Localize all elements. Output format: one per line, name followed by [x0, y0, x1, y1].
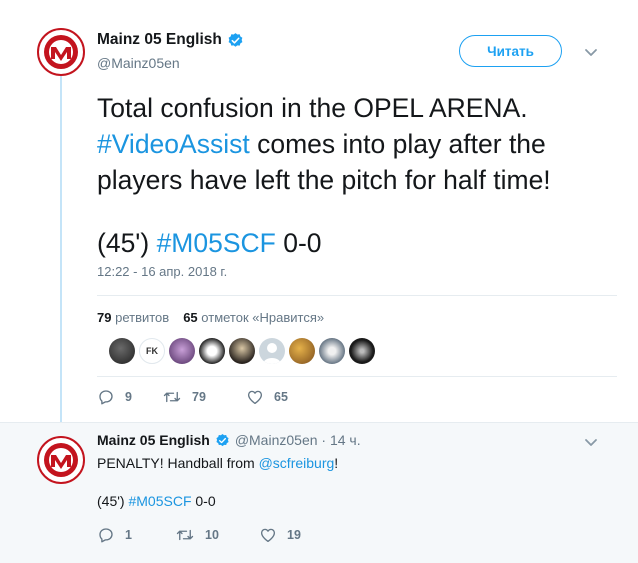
author-name-row: Mainz 05 English: [97, 31, 244, 49]
liker-avatar[interactable]: FK: [139, 338, 165, 364]
hashtag-m05scf[interactable]: #M05SCF: [157, 228, 276, 258]
verified-icon: [216, 433, 229, 446]
tweet-actions: 9 79 65: [97, 388, 288, 406]
reply-actions: 1 10 19: [97, 526, 301, 544]
liker-avatar[interactable]: [109, 338, 135, 364]
liker-avatar[interactable]: [229, 338, 255, 364]
reply-count: 9: [125, 390, 132, 404]
tweet-text-line-2: #VideoAssist comes into play after the: [97, 126, 617, 162]
reply-tweet[interactable]: Mainz 05 English @Mainz05en · 14 ч. PENA…: [0, 422, 638, 563]
retweets-stat[interactable]: 79 ретвитов: [97, 310, 169, 325]
retweet-button[interactable]: 79: [162, 388, 246, 406]
reply-text-segment: !: [334, 455, 339, 471]
retweets-label: ретвитов: [115, 310, 170, 325]
reply-header: Mainz 05 English @Mainz05en · 14 ч.: [97, 432, 361, 448]
author-name[interactable]: Mainz 05 English: [97, 432, 210, 448]
liker-avatar-text: FK: [146, 346, 158, 356]
timestamp[interactable]: 12:22 - 16 апр. 2018 г.: [97, 264, 227, 279]
liker-avatar[interactable]: [199, 338, 225, 364]
reply-icon: [99, 528, 113, 543]
tweet-text-segment: 0-0: [275, 228, 322, 258]
tweet-text-line-1: Total confusion in the OPEL ARENA.: [97, 93, 528, 123]
reply-text-line-2: (45') #M05SCF 0-0: [97, 492, 216, 511]
retweet-count: 79: [192, 390, 206, 404]
reply-button[interactable]: 9: [97, 388, 162, 406]
likers-avatars: FK: [109, 338, 375, 364]
retweet-count: 10: [205, 528, 219, 542]
retweet-button[interactable]: 10: [175, 526, 259, 544]
hashtag-videoassist[interactable]: #VideoAssist: [97, 129, 250, 159]
like-button[interactable]: 19: [259, 526, 301, 544]
liker-avatar[interactable]: [349, 338, 375, 364]
liker-avatar[interactable]: [319, 338, 345, 364]
tweet-text: Total confusion in the OPEL ARENA. #Vide…: [97, 90, 617, 261]
retweet-icon: [176, 529, 194, 541]
like-button[interactable]: 65: [246, 388, 288, 406]
hashtag-m05scf[interactable]: #M05SCF: [128, 493, 191, 509]
tweet-text-segment: (45'): [97, 228, 157, 258]
mention-link[interactable]: @scfreiburg: [259, 455, 335, 471]
divider: [97, 295, 617, 296]
mainz05-logo: [37, 436, 85, 484]
reply-text-segment: 0-0: [191, 493, 216, 509]
reply-text-segment: (45'): [97, 493, 129, 509]
mainz05-logo: [37, 28, 85, 76]
time-separator: ·: [317, 432, 330, 448]
main-tweet: Mainz 05 English @Mainz05en Читать Total…: [0, 0, 638, 421]
divider: [97, 376, 617, 377]
likes-count: 65: [183, 310, 198, 325]
chevron-down-icon[interactable]: [583, 44, 599, 60]
reply-text-line-1: PENALTY! Handball from @scfreiburg!: [97, 454, 338, 473]
author-handle[interactable]: @Mainz05en: [97, 55, 180, 71]
tweet-stats: 79 ретвитов 65 отметок «Нравится»: [97, 310, 324, 325]
liker-avatar[interactable]: [289, 338, 315, 364]
like-icon: [260, 528, 276, 543]
liker-avatar[interactable]: [259, 338, 285, 364]
reply-icon: [99, 390, 113, 405]
tweet-text-segment: comes into play after the: [249, 129, 546, 159]
chevron-down-icon[interactable]: [583, 434, 599, 450]
author-name[interactable]: Mainz 05 English: [97, 31, 222, 49]
tweet-text-line-3: players have left the pitch for half tim…: [97, 165, 551, 195]
reply-text-segment: PENALTY! Handball from: [97, 455, 259, 471]
likes-stat[interactable]: 65 отметок «Нравится»: [183, 310, 324, 325]
like-icon: [247, 390, 263, 405]
author-handle[interactable]: @Mainz05en: [235, 432, 318, 448]
verified-icon: [228, 32, 243, 47]
like-count: 65: [274, 390, 288, 404]
reply-time[interactable]: 14 ч.: [330, 432, 361, 448]
likes-label: отметок «Нравится»: [201, 310, 325, 325]
follow-button[interactable]: Читать: [459, 35, 562, 67]
reply-button[interactable]: 1: [97, 526, 175, 544]
avatar[interactable]: [37, 28, 85, 76]
avatar[interactable]: [37, 436, 85, 484]
reply-count: 1: [125, 528, 132, 542]
default-profile-icon: [263, 343, 281, 364]
retweet-icon: [163, 391, 181, 403]
liker-avatar[interactable]: [169, 338, 195, 364]
like-count: 19: [287, 528, 301, 542]
tweet-text-line-4: (45') #M05SCF 0-0: [97, 225, 617, 261]
tweet-text-spacer: [97, 198, 617, 225]
retweets-count: 79: [97, 310, 112, 325]
